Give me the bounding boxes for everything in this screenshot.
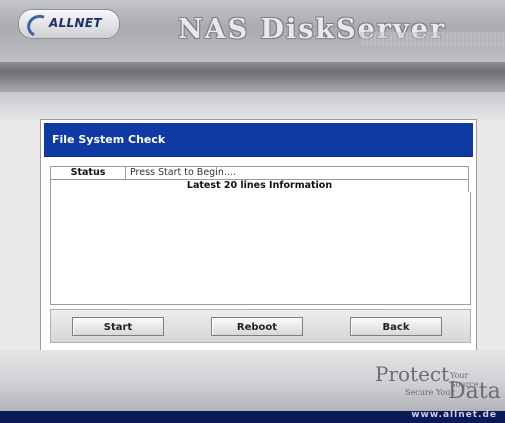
tagline-secure-your: Secure Your (405, 388, 455, 397)
reboot-button[interactable]: Reboot (211, 317, 303, 336)
log-output-area (50, 192, 471, 305)
start-button[interactable]: Start (72, 317, 164, 336)
app-title: NAS DiskServer (178, 14, 447, 45)
footer-bar: www.allnet.de (0, 410, 505, 423)
tagline-protect: Protect (375, 362, 450, 386)
allnet-logo: ALLNET (18, 9, 120, 41)
info-header: Latest 20 lines Information (50, 179, 469, 193)
button-bar: Start Reboot Back (50, 309, 471, 343)
logo-text: ALLNET (49, 16, 102, 30)
file-system-check-panel: File System Check Status Press Start to … (40, 119, 477, 351)
panel-title: File System Check (52, 133, 166, 146)
status-label: Status (50, 166, 126, 180)
header-band (0, 62, 505, 92)
tagline-data: Data (448, 379, 501, 404)
app-header: ALLNET NAS DiskServer (0, 0, 505, 62)
panel-header: File System Check (44, 123, 473, 157)
back-button[interactable]: Back (350, 317, 442, 336)
status-row: Status Press Start to Begin.... (50, 166, 469, 180)
footer-url: www.allnet.de (411, 410, 497, 420)
header-band-fade (0, 92, 505, 122)
tagline-logo: Protect Your Source Secure Your Data (375, 362, 501, 404)
status-table: Status Press Start to Begin.... Latest 2… (50, 166, 469, 193)
info-header-row: Latest 20 lines Information (50, 179, 469, 193)
status-value: Press Start to Begin.... (125, 166, 469, 180)
